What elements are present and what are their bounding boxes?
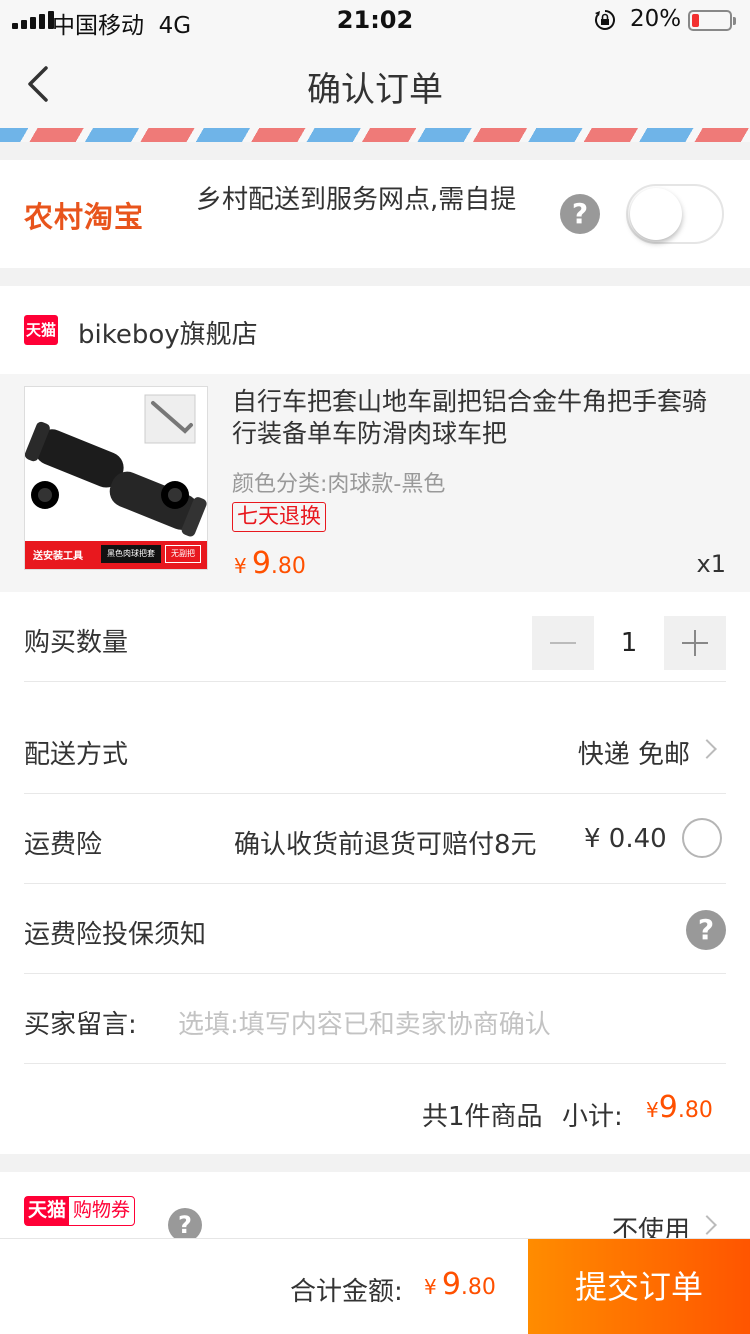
product-title[interactable]: 自行车把套山地车副把铝合金牛角把手套骑行装备单车防滑肉球车把 (232, 386, 722, 450)
tmall-tag: 天猫 (25, 1197, 70, 1225)
shipping-row[interactable]: 配送方式 快递 免邮 (0, 704, 750, 794)
rural-taobao-logo: 农村淘宝 (24, 200, 145, 234)
price-currency: ¥ (646, 1098, 659, 1122)
help-icon[interactable]: ? (168, 1208, 202, 1242)
checkout-bar: 合计金额: ¥ 9.80 提交订单 (0, 1238, 750, 1334)
price-integer: 9 (658, 1090, 678, 1125)
shopping-coupon-tag: 购物券 (73, 1199, 131, 1221)
insurance-checkbox[interactable] (682, 818, 722, 858)
product-price: ¥ 9.80 (234, 546, 306, 581)
banner-text-option: 无副把 (165, 545, 201, 563)
envelope-border (0, 128, 750, 142)
total-label: 合计金额: (290, 1277, 403, 1307)
product-spec: 颜色分类:肉球款-黑色 (232, 472, 446, 497)
total-price: ¥ 9.80 (424, 1267, 496, 1302)
insurance-price: ¥ 0.40 (584, 824, 667, 854)
subtotal-row: 共1件商品 小计: ¥9.80 (0, 1064, 750, 1154)
price-decimal: .80 (460, 1275, 496, 1300)
coupon-row[interactable]: 天猫 购物券 ? 不使用 (0, 1172, 750, 1246)
price-currency: ¥ (234, 554, 247, 578)
battery-percent: 20% (630, 6, 682, 32)
insurance-notice-row[interactable]: 运费险投保须知 ? (0, 884, 750, 974)
store-header[interactable]: 天猫 bikeboy旗舰店 (0, 286, 750, 374)
insurance-desc: 确认收货前退货可赔付8元 (234, 830, 537, 860)
product-quantity: x1 (696, 550, 726, 578)
submit-order-button[interactable]: 提交订单 (528, 1239, 750, 1334)
increase-quantity-button[interactable] (664, 616, 726, 670)
help-icon[interactable]: ? (560, 194, 600, 234)
quantity-label: 购买数量 (24, 628, 129, 658)
product-image[interactable]: 送安装工具 黑色肉球把套 无副把 (24, 386, 208, 570)
chevron-right-icon (697, 739, 717, 759)
insurance-notice-label: 运费险投保须知 (24, 920, 207, 950)
item-count: 共1件商品 (422, 1102, 543, 1132)
rural-delivery-text: 乡村配送到服务网点,需自提 (196, 185, 517, 215)
price-integer: 9 (441, 1267, 461, 1302)
insurance-label: 运费险 (24, 830, 103, 860)
rotation-lock-icon (595, 10, 615, 30)
rural-delivery-toggle[interactable] (626, 184, 724, 244)
banner-text-tools: 送安装工具 (33, 551, 83, 562)
buyer-message-input[interactable]: 选填:填写内容已和卖家协商确认 (178, 1004, 551, 1041)
toggle-knob (630, 188, 682, 240)
tmall-icon: 天猫 (24, 315, 58, 345)
seven-day-return-badge: 七天退换 (232, 502, 326, 532)
banner-text-style: 黑色肉球把套 (101, 545, 161, 563)
price-decimal: .80 (270, 554, 306, 579)
subtotal-label: 小计: (562, 1102, 623, 1132)
page-title: 确认订单 (307, 70, 443, 110)
product-image-banner: 送安装工具 黑色肉球把套 无副把 (25, 541, 207, 569)
tmall-coupon-tag: 天猫 购物券 (24, 1196, 136, 1226)
order-card: 天猫 bikeboy旗舰店 送安装工具 黑色肉球把套 无副把 自行车把套山地车副… (0, 286, 750, 1154)
chevron-right-icon (697, 1215, 717, 1235)
nav-bar: 确认订单 (0, 40, 750, 128)
price-decimal: .80 (677, 1098, 713, 1123)
shipping-value: 快递 免邮 (577, 740, 690, 770)
buyer-message-label: 买家留言: (24, 1010, 137, 1040)
freight-insurance-row: 运费险 确认收货前退货可赔付8元 ¥ 0.40 (0, 794, 750, 884)
decrease-quantity-button[interactable] (532, 616, 594, 670)
price-integer: 9 (251, 546, 271, 581)
store-name[interactable]: bikeboy旗舰店 (78, 314, 258, 351)
quantity-row: 购买数量 1 (0, 592, 750, 682)
help-icon[interactable]: ? (686, 910, 726, 950)
price-currency: ¥ (424, 1275, 437, 1299)
shipping-label: 配送方式 (24, 740, 129, 770)
status-bar: 中国移动 4G 21:02 20% (0, 0, 750, 40)
subtotal-price: ¥9.80 (646, 1090, 713, 1125)
battery-icon (688, 10, 736, 31)
product-item[interactable]: 送安装工具 黑色肉球把套 无副把 自行车把套山地车副把铝合金牛角把手套骑行装备单… (0, 374, 750, 592)
handlebar-grips-image (25, 394, 207, 537)
buyer-message-row: 买家留言: 选填:填写内容已和卖家协商确认 (0, 974, 750, 1064)
rural-delivery-bar: 农村淘宝 乡村配送到服务网点,需自提 ? (0, 160, 750, 268)
quantity-value[interactable]: 1 (594, 616, 664, 670)
